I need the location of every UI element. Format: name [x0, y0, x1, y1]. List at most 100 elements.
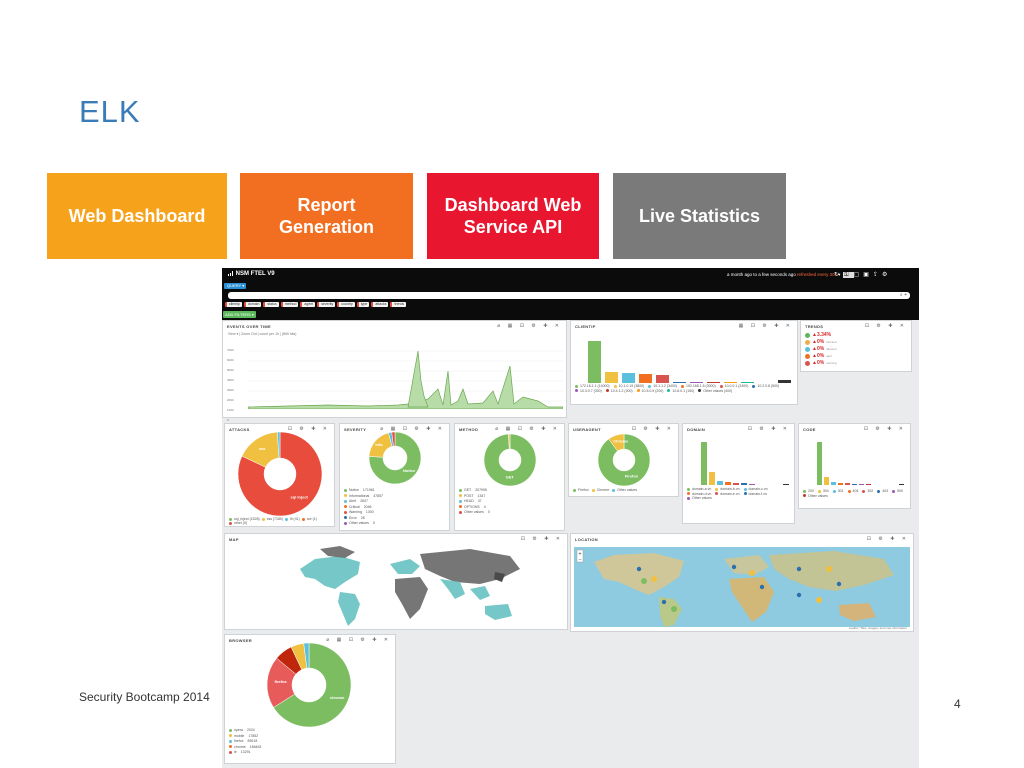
panel-controls[interactable]: ⊡ ⚙ ✚ ✕ [864, 426, 906, 432]
refresh-icon[interactable]: ↻ [834, 272, 843, 278]
add-filter-button[interactable]: ADD FILTERS ▾ ✚ [223, 311, 256, 324]
trend-value: 3.34% [816, 332, 832, 338]
legend-item[interactable]: Other values (400) [698, 389, 732, 394]
legend-item[interactable]: Other values [687, 496, 712, 501]
legend-label: 172.16.1.1 (14000) [580, 384, 610, 388]
gear-icon[interactable]: ⚙ [882, 272, 891, 278]
location-map[interactable]: + − [574, 547, 910, 627]
legend-item[interactable]: 10.5.0.9 (200) [636, 388, 664, 394]
filter-chip[interactable]: severity [317, 302, 336, 307]
legend-item[interactable]: domain-e.vn [715, 492, 740, 497]
trend-row: ▲ 0% alert [805, 353, 837, 360]
legend-label: GET [464, 488, 472, 492]
legend-label: opera [234, 728, 243, 732]
filter-chip[interactable]: trends [390, 302, 407, 307]
useragent-legend: Firefox Chrome Other values [573, 488, 679, 494]
legend-value: 186463 [249, 744, 262, 749]
legend-swatch [229, 745, 232, 749]
legend-item[interactable]: xss (7180) [261, 517, 283, 521]
query-input[interactable]: ⌕ + [228, 292, 910, 299]
events-histogram [248, 350, 563, 409]
share-icon[interactable]: ⇪ [873, 272, 882, 278]
panel-controls[interactable]: ⊡ ⚙ ✚ ✕ [521, 536, 563, 542]
legend-swatch [459, 488, 462, 492]
panel-controls[interactable]: ⊡ ⚙ ✚ ✕ [867, 536, 909, 542]
legend-swatch [612, 488, 616, 492]
filter-chip[interactable]: type [356, 302, 370, 307]
panel-trends: TRENDS ⊡ ⚙ ✚ ✕ ▲ 3.34% ▲ 0% blocked ▲ 0% allowe… [800, 320, 912, 372]
legend-value: 171961 [362, 488, 375, 492]
filter-chip[interactable]: method [280, 302, 299, 307]
tile-report-generation[interactable]: Report Generation [240, 173, 413, 259]
file-icon[interactable]: ▢ [854, 272, 864, 278]
legend-item[interactable]: ie 13291 [229, 750, 289, 756]
legend-item[interactable]: Other values 0 [344, 521, 404, 527]
legend-label: 302 [867, 489, 874, 493]
legend-label: 10.0.0.1 (2400) [724, 384, 749, 388]
dashboard-app-title: NSM FTEL V9 [228, 271, 275, 277]
legend-label: 10.5.0.9 (200) [641, 388, 664, 393]
legend-label: mobile [234, 733, 245, 738]
time-range[interactable]: a month ago to a few seconds ago refresh… [727, 272, 840, 278]
legend-label: other (0) [234, 521, 248, 525]
legend-item[interactable]: lfi (41) [285, 517, 300, 521]
tile-web-dashboard[interactable]: Web Dashboard [47, 173, 227, 259]
filter-chip[interactable]: agent [300, 302, 316, 307]
legend-item[interactable]: 301 [832, 489, 844, 494]
legend-item[interactable]: 10.6.0.1 (150) [667, 389, 694, 394]
legend-item[interactable]: 403 [877, 489, 888, 494]
donut-slice-label: Firefox [625, 474, 639, 479]
legend-item[interactable]: 404 [847, 489, 858, 494]
legend-label: Other values [692, 496, 712, 500]
panel-severity: SEVERITY ⌀ ▦ ⊡ ⚙ ✚ ✕ Notice Info Notice 17… [339, 423, 450, 531]
panel-title: TRENDS [805, 324, 824, 329]
legend-value: 2607 [360, 499, 368, 503]
legend-item[interactable]: 10.3.0.7 (300) [575, 389, 602, 394]
trend-value: 0% [816, 360, 825, 366]
y-tick-label: 2000 [227, 398, 234, 402]
legend-label: Chrome [596, 488, 610, 492]
query-button[interactable]: QUERY ▾ [224, 283, 246, 289]
panel-domain: DOMAIN ⊡ ⚙ ✚ ✕ domain-a.vn domain-b.vn dom… [682, 423, 795, 524]
legend-label: lfi (41) [290, 517, 300, 521]
tile-dashboard-web-service-api[interactable]: Dashboard Web Service API [427, 173, 599, 259]
legend-item[interactable]: Other values [803, 494, 828, 499]
panel-controls[interactable]: ⊡ ⚙ ✚ ✕ [865, 323, 907, 329]
legend-label: Other values [808, 493, 828, 498]
panel-method: METHOD ⌀ ▦ ⊡ ⚙ ✚ ✕ GET GET 207995 POST 1347… [454, 423, 565, 531]
legend-item[interactable]: domain-f.vn [743, 492, 767, 497]
world-choropleth-map [300, 546, 520, 626]
legend-swatch [743, 487, 747, 491]
panel-title: EVENTS OVER TIME [227, 324, 271, 329]
legend-item[interactable]: rce (1) [301, 517, 317, 521]
panel-controls[interactable]: ⌀ ▦ ⊡ ⚙ ✚ ✕ [497, 323, 562, 329]
filter-chip[interactable]: status [263, 302, 279, 307]
legend-item[interactable]: 302 [862, 489, 873, 494]
filter-chip[interactable]: clientip [225, 302, 242, 307]
legend-label: Other values [349, 521, 369, 525]
legend-item[interactable]: 500 [892, 489, 903, 494]
legend-value: 85918 [247, 739, 258, 743]
panel-controls[interactable]: ⊡ ⚙ ✚ ✕ [748, 426, 790, 432]
filter-chip[interactable]: country [337, 302, 355, 307]
legend-item[interactable]: 10.4.1.2 (200) [605, 389, 633, 394]
legend-item[interactable]: other (0) [229, 521, 247, 525]
panel-title: CLIENTIP [575, 324, 596, 329]
legend-swatch [681, 384, 685, 388]
save-icon[interactable]: ▣ [863, 272, 873, 278]
method-legend: GET 207995 POST 1347 HEAD 47 OPTIONS 4 Other val… [459, 488, 519, 516]
legend-item[interactable]: Chrome [591, 488, 610, 494]
key-icon[interactable]: ⚿ [843, 272, 854, 278]
legend-item[interactable]: Firefox [573, 488, 589, 494]
domain-legend: domain-a.vn domain-b.vn domain-c.vn domain-… [687, 487, 795, 501]
filter-chip[interactable]: attacks [371, 302, 389, 307]
slide-title: ELK [79, 94, 141, 129]
legend-item[interactable]: Other values [612, 488, 637, 494]
legend-item[interactable]: Other values 0 [459, 510, 519, 516]
filter-chip[interactable]: domain [243, 302, 262, 307]
panel-controls[interactable]: ▦ ⊡ ⚙ ✚ ✕ [739, 323, 793, 329]
y-tick-label: 7000 [227, 348, 234, 352]
tile-live-statistics[interactable]: Live Statistics [613, 173, 786, 259]
legend-item[interactable]: 10.2.0.8 (500) [752, 384, 779, 389]
donut-slice-label: chrome [330, 695, 345, 700]
